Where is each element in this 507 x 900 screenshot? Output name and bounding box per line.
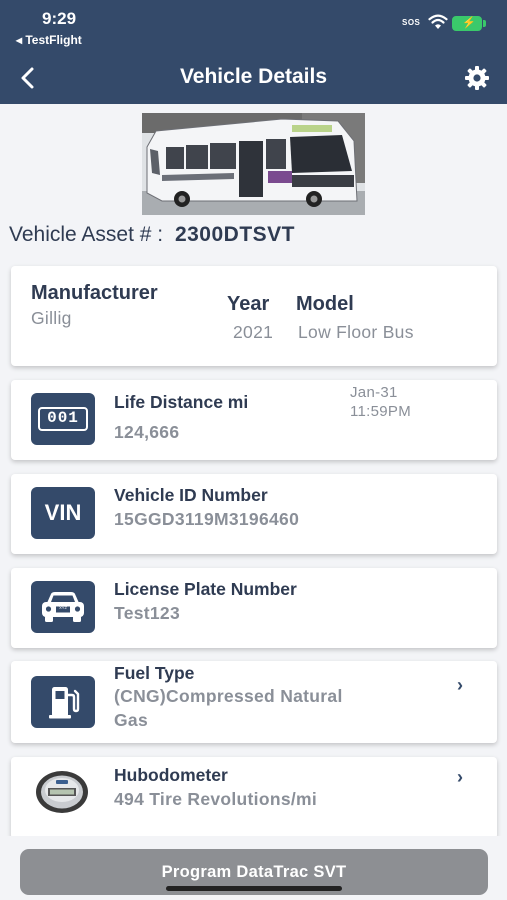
home-indicator — [166, 886, 342, 891]
license-plate-card: XYZ License Plate Number Test123 — [11, 568, 497, 648]
asset-value: 2300DTSVT — [174, 223, 296, 246]
vin-card: VIN Vehicle ID Number 15GGD3119M3196460 — [11, 474, 497, 554]
hubodometer-value: 494 Tire Revolutions/mi — [114, 789, 318, 809]
car-icon: XYZ — [31, 581, 95, 633]
odometer-digits: 001 — [38, 407, 88, 431]
vin-icon: VIN — [31, 487, 95, 539]
nav-bar: Vehicle Details — [0, 52, 507, 104]
fuel-type-card[interactable]: Fuel Type (CNG)Compressed Natural Gas › — [11, 661, 497, 743]
asset-label: Vehicle Asset # : — [9, 223, 164, 246]
hubodometer-card[interactable]: Hubodometer 494 Tire Revolutions/mi › — [11, 757, 497, 839]
vin-icon-text: VIN — [44, 500, 82, 525]
license-plate-label: License Plate Number — [114, 579, 297, 599]
life-distance-value: 124,666 — [114, 422, 180, 442]
model-label: Model — [296, 293, 354, 315]
fuel-type-value-line2: Gas — [114, 710, 148, 730]
fuel-type-label: Fuel Type — [114, 663, 195, 683]
fuel-pump-icon — [31, 676, 95, 728]
summary-card: Manufacturer Gillig Year 2021 Model Low … — [11, 266, 497, 366]
fuel-type-chevron[interactable]: › — [457, 675, 463, 696]
reading-date: Jan-31 — [350, 384, 398, 401]
vin-value: 15GGD3119M3196460 — [114, 509, 300, 529]
fuel-type-value-line1: (CNG)Compressed Natural — [114, 686, 343, 706]
license-plate-value: Test123 — [114, 603, 180, 623]
odometer-icon: 001 — [31, 393, 95, 445]
vehicle-asset-number: Vehicle Asset # : 2300DTSVT — [9, 223, 295, 247]
hubodometer-label: Hubodometer — [114, 765, 228, 785]
page-title: Vehicle Details — [179, 65, 328, 88]
vin-label: Vehicle ID Number — [114, 485, 268, 505]
plate-text: XYZ — [59, 605, 67, 610]
model-value: Low Floor Bus — [298, 322, 414, 342]
sos-indicator: SOS — [402, 18, 421, 27]
hubodometer-chevron[interactable]: › — [457, 767, 463, 788]
year-label: Year — [227, 293, 270, 315]
year-value: 2021 — [233, 322, 274, 342]
wifi-icon — [428, 14, 448, 29]
status-bar: 9:29 ◂ TestFlight SOS ⚡ — [0, 0, 507, 52]
battery-cap — [483, 20, 486, 27]
vehicle-photo — [142, 113, 365, 215]
life-distance-card: 001 Life Distance mi 124,666 Jan-31 11:5… — [11, 380, 497, 460]
battery-icon: ⚡ — [452, 16, 482, 31]
manufacturer-label: Manufacturer — [31, 282, 158, 304]
gear-icon[interactable] — [464, 65, 490, 91]
back-to-testflight-link[interactable]: ◂ TestFlight — [16, 33, 82, 47]
hubodometer-icon — [33, 769, 91, 815]
life-distance-label: Life Distance mi — [114, 392, 249, 412]
manufacturer-value: Gillig — [31, 308, 72, 328]
reading-time: 11:59PM — [350, 403, 412, 420]
status-time: 9:29 — [42, 9, 77, 28]
